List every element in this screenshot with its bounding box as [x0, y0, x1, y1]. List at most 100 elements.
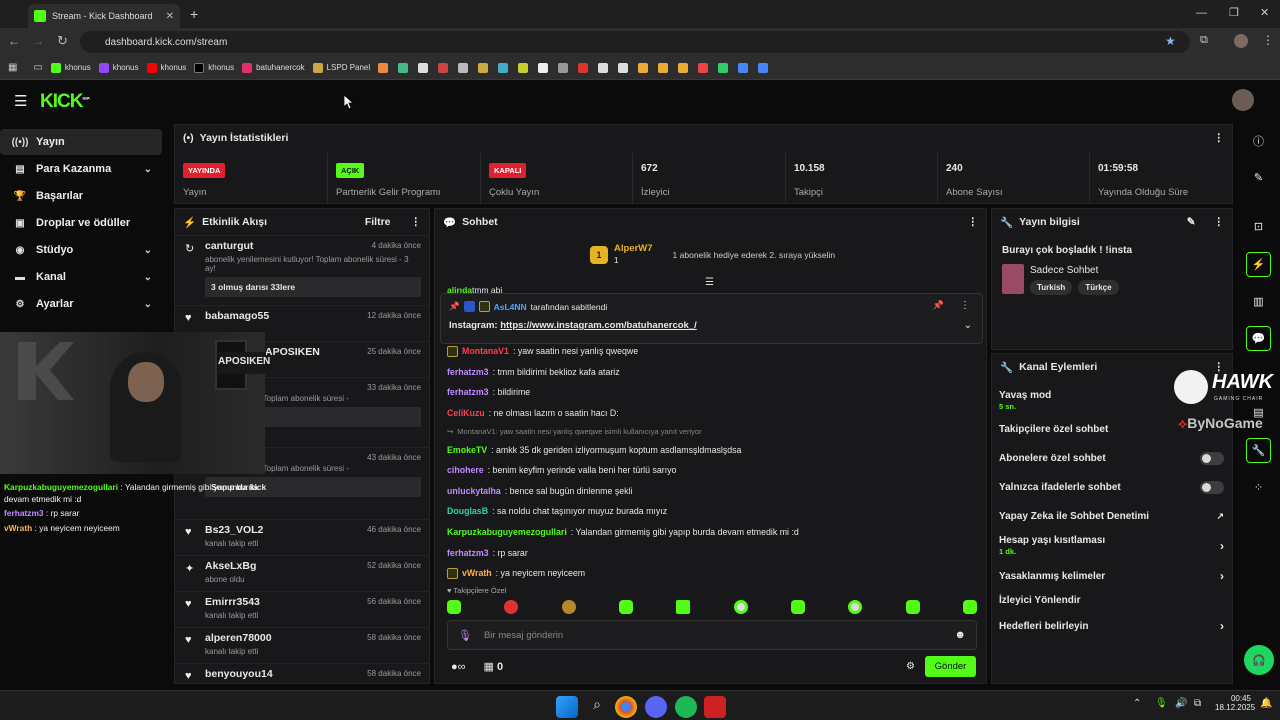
extensions-icon[interactable]: ⧉ [1200, 34, 1208, 47]
send-button[interactable]: Gönder [925, 656, 976, 677]
clip-icon[interactable]: ▤ [1246, 400, 1271, 425]
sidebar-item-basarilar[interactable]: 🏆 Başarılar [0, 183, 162, 209]
support-icon[interactable]: 🎧 [1244, 645, 1274, 675]
bookmark-star-icon[interactable]: ★ [1165, 34, 1176, 48]
windows-start-icon[interactable] [556, 696, 578, 718]
sidebar-item-kanal[interactable]: ▬ Kanal ⌄ [0, 264, 162, 290]
users-icon[interactable]: ⁘ [1246, 475, 1271, 500]
chat-message[interactable]: vWrath: ya neyicem neyiceem [435, 563, 986, 584]
chat-message[interactable]: EmokeTV: amkk 35 dk geriden izliyormuşum… [435, 439, 986, 460]
browser-tab[interactable]: Stream - Kick Dashboard ✕ [28, 4, 180, 28]
url-field[interactable]: dashboard.kick.com/stream [80, 31, 1190, 53]
chat-message[interactable]: ferhatzm3: tmm bildirimi beklioz kafa at… [435, 362, 986, 383]
app-icon[interactable] [704, 696, 726, 718]
chrome-icon[interactable] [615, 696, 637, 718]
tag[interactable]: Türkçe [1078, 280, 1119, 295]
discord-icon[interactable] [645, 696, 667, 718]
camera-icon[interactable]: ⊡ [1246, 214, 1271, 239]
info-icon[interactable]: ⓘ [1246, 128, 1271, 153]
menu-icon[interactable]: ⋮ [1262, 33, 1274, 47]
sidebar-item-studyo[interactable]: ◉ Stüdyo ⌄ [0, 237, 162, 263]
emote-chat-toggle[interactable] [1200, 481, 1224, 494]
chat-message[interactable]: Karpuzkabuguyemezogullari: Yalandan girm… [435, 522, 986, 543]
bookmark-khonus-twitch[interactable]: khonus [98, 62, 139, 73]
bookmark-khonus-youtube[interactable]: khonus [146, 62, 186, 73]
more-options-icon[interactable]: ⋮ [960, 300, 970, 311]
network-icon[interactable]: ⧉ [1194, 698, 1201, 709]
emote-icon[interactable] [561, 600, 576, 614]
bookmark-khonus-kick[interactable]: khonus [50, 62, 91, 73]
category-name[interactable]: Sadece Sohbet [1030, 265, 1098, 276]
goals-row[interactable]: Hedefleri belirleyin › [999, 619, 1224, 633]
emote-chat-row[interactable]: Yalnızca ifadelerle sohbet [999, 481, 1224, 494]
chat-message[interactable]: CeliKuzu: ne olması lazım o saatin hacı … [435, 403, 986, 424]
close-window-icon[interactable]: ✕ [1260, 6, 1269, 19]
tag[interactable]: Turkish [1030, 280, 1073, 295]
bookmark-khonus-x[interactable]: khonus [194, 62, 234, 73]
emote-icon[interactable] [790, 600, 805, 614]
store-icon[interactable]: ▦ 0 [484, 660, 504, 673]
chat-message[interactable]: ferhatzm3: bildirime [435, 382, 986, 403]
sidebar-item-para-kazanma[interactable]: ▤ Para Kazanma ⌄ [0, 156, 162, 182]
collapse-icon[interactable]: ☰ [705, 277, 714, 288]
clock[interactable]: 00:45 18.12.2025 [1215, 694, 1255, 712]
edit-icon[interactable]: ✎ [1187, 216, 1196, 228]
notification-icon[interactable]: 🔔 [1260, 698, 1272, 709]
sidebar-item-droplar[interactable]: ▣ Droplar ve ödüller [0, 210, 162, 236]
minimize-icon[interactable]: — [1196, 7, 1207, 19]
wrench-icon[interactable]: 🔧 [1246, 438, 1271, 463]
subs-chat-row[interactable]: Abonelere özel sohbet [999, 452, 1224, 465]
chat-input[interactable]: 🎙 Bir mesaj gönderin ☻ [447, 620, 977, 650]
search-icon[interactable]: ⌕ [586, 696, 608, 718]
chat-message[interactable]: ferhatzm3: rp sarar [435, 542, 986, 563]
back-icon[interactable]: ← [8, 34, 20, 48]
emote-icon[interactable] [848, 600, 863, 614]
bookmark-batuhanercok[interactable]: batuhanercok [242, 62, 305, 73]
viewer-redirect-row[interactable]: İzleyici Yönlendir [999, 595, 1224, 606]
profile-avatar[interactable] [1234, 34, 1248, 48]
kick-logo[interactable]: KICKBETA [40, 91, 90, 113]
emote-icon[interactable] [504, 600, 519, 614]
banned-words-row[interactable]: Yasaklanmış kelimeler › [999, 569, 1224, 583]
microphone-tray-icon[interactable]: 🎙 [1155, 698, 1168, 709]
chat-message[interactable]: cihohere: benim keyfim yerinde valla ben… [435, 460, 986, 481]
unpin-icon[interactable]: 📌 [933, 300, 944, 311]
more-options-icon[interactable]: ⋮ [968, 216, 979, 228]
instagram-link[interactable]: https://www.instagram.com/batuhanercok_/ [500, 320, 697, 331]
folder-icon[interactable]: ▭ [33, 62, 42, 73]
chevron-down-icon[interactable]: ⌄ [964, 320, 972, 331]
sidebar-item-yayin[interactable]: ((•)) Yayın [0, 129, 162, 155]
points-icon[interactable]: ●∞ [451, 661, 466, 673]
reload-icon[interactable]: ↻ [57, 33, 68, 49]
forward-icon[interactable]: → [32, 34, 44, 48]
apps-icon[interactable]: ▦ [8, 62, 17, 73]
edit-icon[interactable]: ✎ [1246, 165, 1271, 190]
close-tab-icon[interactable]: ✕ [166, 11, 174, 22]
bookmark-lspd-panel[interactable]: LSPD Panel [312, 62, 370, 73]
spotify-icon[interactable] [675, 696, 697, 718]
emoji-icon[interactable]: ☻ [954, 629, 966, 641]
chat-message[interactable]: MontanaV1: yaw saatin nesi yanlış qweqwe [435, 341, 986, 362]
new-tab-icon[interactable]: + [190, 6, 198, 22]
hamburger-menu-icon[interactable]: ☰ [14, 92, 27, 110]
more-options-icon[interactable]: ⋮ [1214, 132, 1225, 144]
user-avatar[interactable] [1232, 89, 1254, 111]
more-options-icon[interactable]: ⋮ [411, 216, 422, 228]
emote-icon[interactable] [447, 600, 461, 614]
microphone-icon[interactable]: 🎙 [458, 629, 472, 642]
chat-message[interactable]: unluckytalha: bence sal bugün dinlenme ş… [435, 481, 986, 502]
subs-chat-toggle[interactable] [1200, 452, 1224, 465]
chat-settings-icon[interactable]: ⚙ [906, 661, 915, 672]
speaker-icon[interactable]: 🔊 [1175, 698, 1187, 709]
emote-icon[interactable] [618, 600, 633, 614]
lightning-icon[interactable]: ⚡ [1246, 252, 1271, 277]
emote-icon[interactable] [676, 600, 691, 614]
chat-message[interactable]: DouglasB: sa noldu chat taşınıyor muyuz … [435, 501, 986, 522]
account-age-row[interactable]: Hesap yaşı kısıtlaması 1 dk. › [999, 535, 1224, 557]
tray-chevron-icon[interactable]: ⌃ [1133, 698, 1141, 709]
bookmark-icons[interactable] [378, 62, 769, 73]
emote-icon[interactable] [962, 600, 977, 614]
emote-icon[interactable] [733, 600, 748, 614]
filter-button[interactable]: Filtre [365, 216, 391, 228]
more-options-icon[interactable]: ⋮ [1214, 216, 1225, 228]
